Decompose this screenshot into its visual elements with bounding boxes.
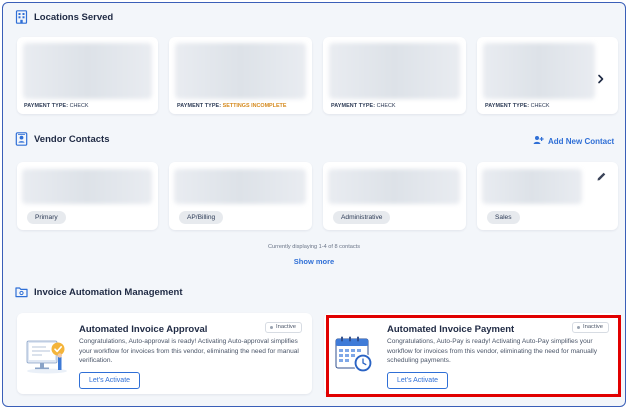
- contact-card-redacted: [482, 169, 582, 204]
- building-icon: [15, 10, 28, 24]
- contact-card[interactable]: AP/Billing: [169, 162, 312, 230]
- automation-section-title: Invoice Automation Management: [15, 286, 183, 298]
- calendar-clock-icon: [333, 334, 377, 381]
- add-new-contact-button[interactable]: Add New Contact: [533, 135, 614, 147]
- contact-role-badge: Primary: [27, 211, 66, 224]
- contact-role-badge: AP/Billing: [179, 211, 224, 224]
- approval-illustration-icon: [24, 335, 70, 380]
- payment-type: PAYMENT TYPE: CHECK: [485, 103, 550, 109]
- contact-card[interactable]: Administrative: [323, 162, 466, 230]
- contacts-section-title: Vendor Contacts: [15, 132, 110, 146]
- location-card[interactable]: PAYMENT TYPE: SETTINGS INCOMPLETE: [169, 37, 312, 114]
- automation-title: Invoice Automation Management: [34, 286, 183, 298]
- add-new-contact-label: Add New Contact: [548, 136, 615, 146]
- show-more-link[interactable]: Show more: [3, 257, 625, 266]
- status-label: Inactive: [276, 324, 296, 330]
- add-user-icon: [533, 135, 544, 147]
- contact-card[interactable]: Sales: [477, 162, 618, 230]
- auto-payment-card: Automated Invoice Payment Inactive Congr…: [324, 313, 618, 394]
- contact-card-redacted: [174, 169, 306, 204]
- payment-type: PAYMENT TYPE: CHECK: [24, 103, 89, 109]
- status-dot-icon: [577, 326, 580, 329]
- location-card-redacted: [175, 43, 306, 99]
- contact-role-badge: Sales: [487, 211, 520, 224]
- contact-card-icon: [15, 132, 28, 146]
- auto-approval-title: Automated Invoice Approval: [79, 324, 208, 335]
- activate-payment-button[interactable]: Let's Activate: [387, 372, 449, 389]
- payment-type: PAYMENT TYPE: CHECK: [331, 103, 396, 109]
- locations-section-title: Locations Served: [15, 10, 113, 24]
- locations-title: Locations Served: [34, 11, 114, 23]
- location-card[interactable]: PAYMENT TYPE: CHECK: [323, 37, 466, 114]
- auto-payment-title: Automated Invoice Payment: [387, 324, 515, 335]
- status-dot-icon: [270, 326, 273, 329]
- location-card[interactable]: PAYMENT TYPE: CHECK: [17, 37, 158, 114]
- contact-role-badge: Administrative: [333, 211, 391, 224]
- location-card-redacted: [329, 43, 460, 99]
- status-badge: Inactive: [265, 322, 302, 333]
- contact-card[interactable]: Primary: [17, 162, 158, 230]
- status-badge: Inactive: [572, 322, 609, 333]
- auto-approval-description: Congratulations, Auto-approval is ready!…: [79, 338, 299, 365]
- vendor-profile-panel: Locations Served PAYMENT TYPE: CHECK PAY…: [2, 2, 626, 407]
- status-label: Inactive: [583, 324, 603, 330]
- contacts-display-info: Currently displaying 1-4 of 8 contacts: [267, 244, 361, 250]
- edit-pencil-icon[interactable]: [596, 169, 607, 187]
- auto-payment-description: Congratulations, Auto-Pay is ready! Acti…: [387, 338, 597, 365]
- folder-settings-icon: [15, 286, 28, 298]
- activate-approval-button[interactable]: Let's Activate: [79, 372, 141, 389]
- payment-type: PAYMENT TYPE: SETTINGS INCOMPLETE: [177, 103, 287, 109]
- auto-approval-card: Automated Invoice Approval Inactive Cong…: [17, 313, 312, 394]
- location-card[interactable]: PAYMENT TYPE: CHECK: [477, 37, 618, 114]
- location-card-redacted: [483, 43, 595, 99]
- location-card-redacted: [23, 43, 152, 99]
- contacts-title: Vendor Contacts: [34, 133, 110, 145]
- chevron-right-icon[interactable]: [597, 71, 605, 89]
- contact-card-redacted: [22, 169, 152, 204]
- contact-card-redacted: [328, 169, 460, 204]
